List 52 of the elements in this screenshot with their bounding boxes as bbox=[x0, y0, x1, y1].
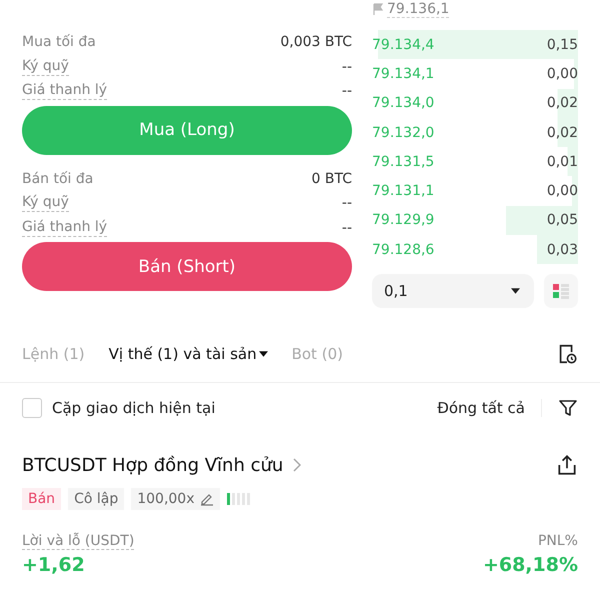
info-label: Ký quỹ bbox=[22, 194, 69, 212]
info-value: -- bbox=[342, 58, 352, 75]
margin-mode-tag: Cô lập bbox=[68, 488, 124, 510]
info-value: 0,003 BTC bbox=[280, 34, 352, 50]
info-label: Giá thanh lý bbox=[22, 218, 108, 237]
caret-icon bbox=[511, 288, 520, 294]
pnl-label: Lời và lỗ (USDT) bbox=[22, 533, 134, 550]
info-value: -- bbox=[342, 83, 352, 100]
close-all-link[interactable]: Đóng tất cả bbox=[437, 399, 542, 417]
order-book-row[interactable]: 79.131,5 0,01 bbox=[372, 147, 578, 176]
bid-amount: 0,02 bbox=[546, 124, 578, 141]
side-tag: Bán bbox=[22, 488, 62, 510]
info-value: -- bbox=[342, 195, 352, 212]
chevron-right-icon bbox=[293, 458, 302, 472]
tab[interactable]: Vị thế (1) và tài sản bbox=[108, 345, 268, 363]
info-label: Bán tối đa bbox=[22, 170, 94, 187]
order-book-row[interactable]: 79.132,0 0,02 bbox=[372, 118, 578, 148]
book-layout-button[interactable] bbox=[544, 274, 578, 308]
bid-amount: 0,01 bbox=[546, 154, 578, 170]
bid-amount: 0,00 bbox=[546, 66, 578, 82]
bid-amount: 0,03 bbox=[546, 242, 578, 258]
leverage-tag[interactable]: 100,00x bbox=[131, 488, 220, 510]
info-value: -- bbox=[342, 220, 352, 236]
bid-amount: 0,05 bbox=[546, 212, 578, 228]
filter-icon[interactable] bbox=[558, 398, 578, 418]
flag-icon bbox=[372, 3, 384, 15]
pnl-percent-value: +68,18% bbox=[482, 554, 578, 576]
edit-icon bbox=[200, 492, 214, 506]
precision-dropdown[interactable]: 0,1 bbox=[372, 274, 534, 308]
order-book-row[interactable]: 79.134,4 0,15 bbox=[372, 30, 578, 60]
bid-amount: 0,15 bbox=[546, 36, 578, 53]
checkbox[interactable] bbox=[22, 398, 42, 418]
order-book-row[interactable]: 79.131,1 0,00 bbox=[372, 176, 578, 206]
bid-amount: 0,02 bbox=[546, 95, 578, 112]
info-label: Giá thanh lý bbox=[22, 82, 108, 100]
bid-amount: 0,00 bbox=[546, 183, 578, 200]
position-title[interactable]: BTCUSDT Hợp đồng Vĩnh cửu bbox=[22, 454, 284, 476]
sell-button[interactable]: Bán (Short) bbox=[22, 242, 352, 291]
info-value: 0 BTC bbox=[312, 170, 352, 187]
order-book-row[interactable]: 79.129,9 0,05 bbox=[372, 206, 578, 236]
caret-icon bbox=[258, 351, 268, 357]
pnl-value: +1,62 bbox=[22, 554, 85, 576]
info-label: Mua tối đa bbox=[22, 34, 96, 50]
share-icon[interactable] bbox=[556, 454, 578, 476]
order-book-row[interactable]: 79.134,1 0,00 bbox=[372, 59, 578, 89]
book-layout-icon bbox=[551, 281, 571, 302]
mark-price: 79.136,1 bbox=[387, 0, 450, 18]
order-book-row[interactable]: 79.134,0 0,02 bbox=[372, 88, 578, 118]
pnl-percent-label: PNL% bbox=[538, 533, 578, 550]
checkbox-label: Cặp giao dịch hiện tại bbox=[52, 399, 216, 417]
info-label: Ký quỹ bbox=[22, 58, 69, 76]
order-book-row[interactable]: 79.128,6 0,03 bbox=[372, 235, 578, 264]
